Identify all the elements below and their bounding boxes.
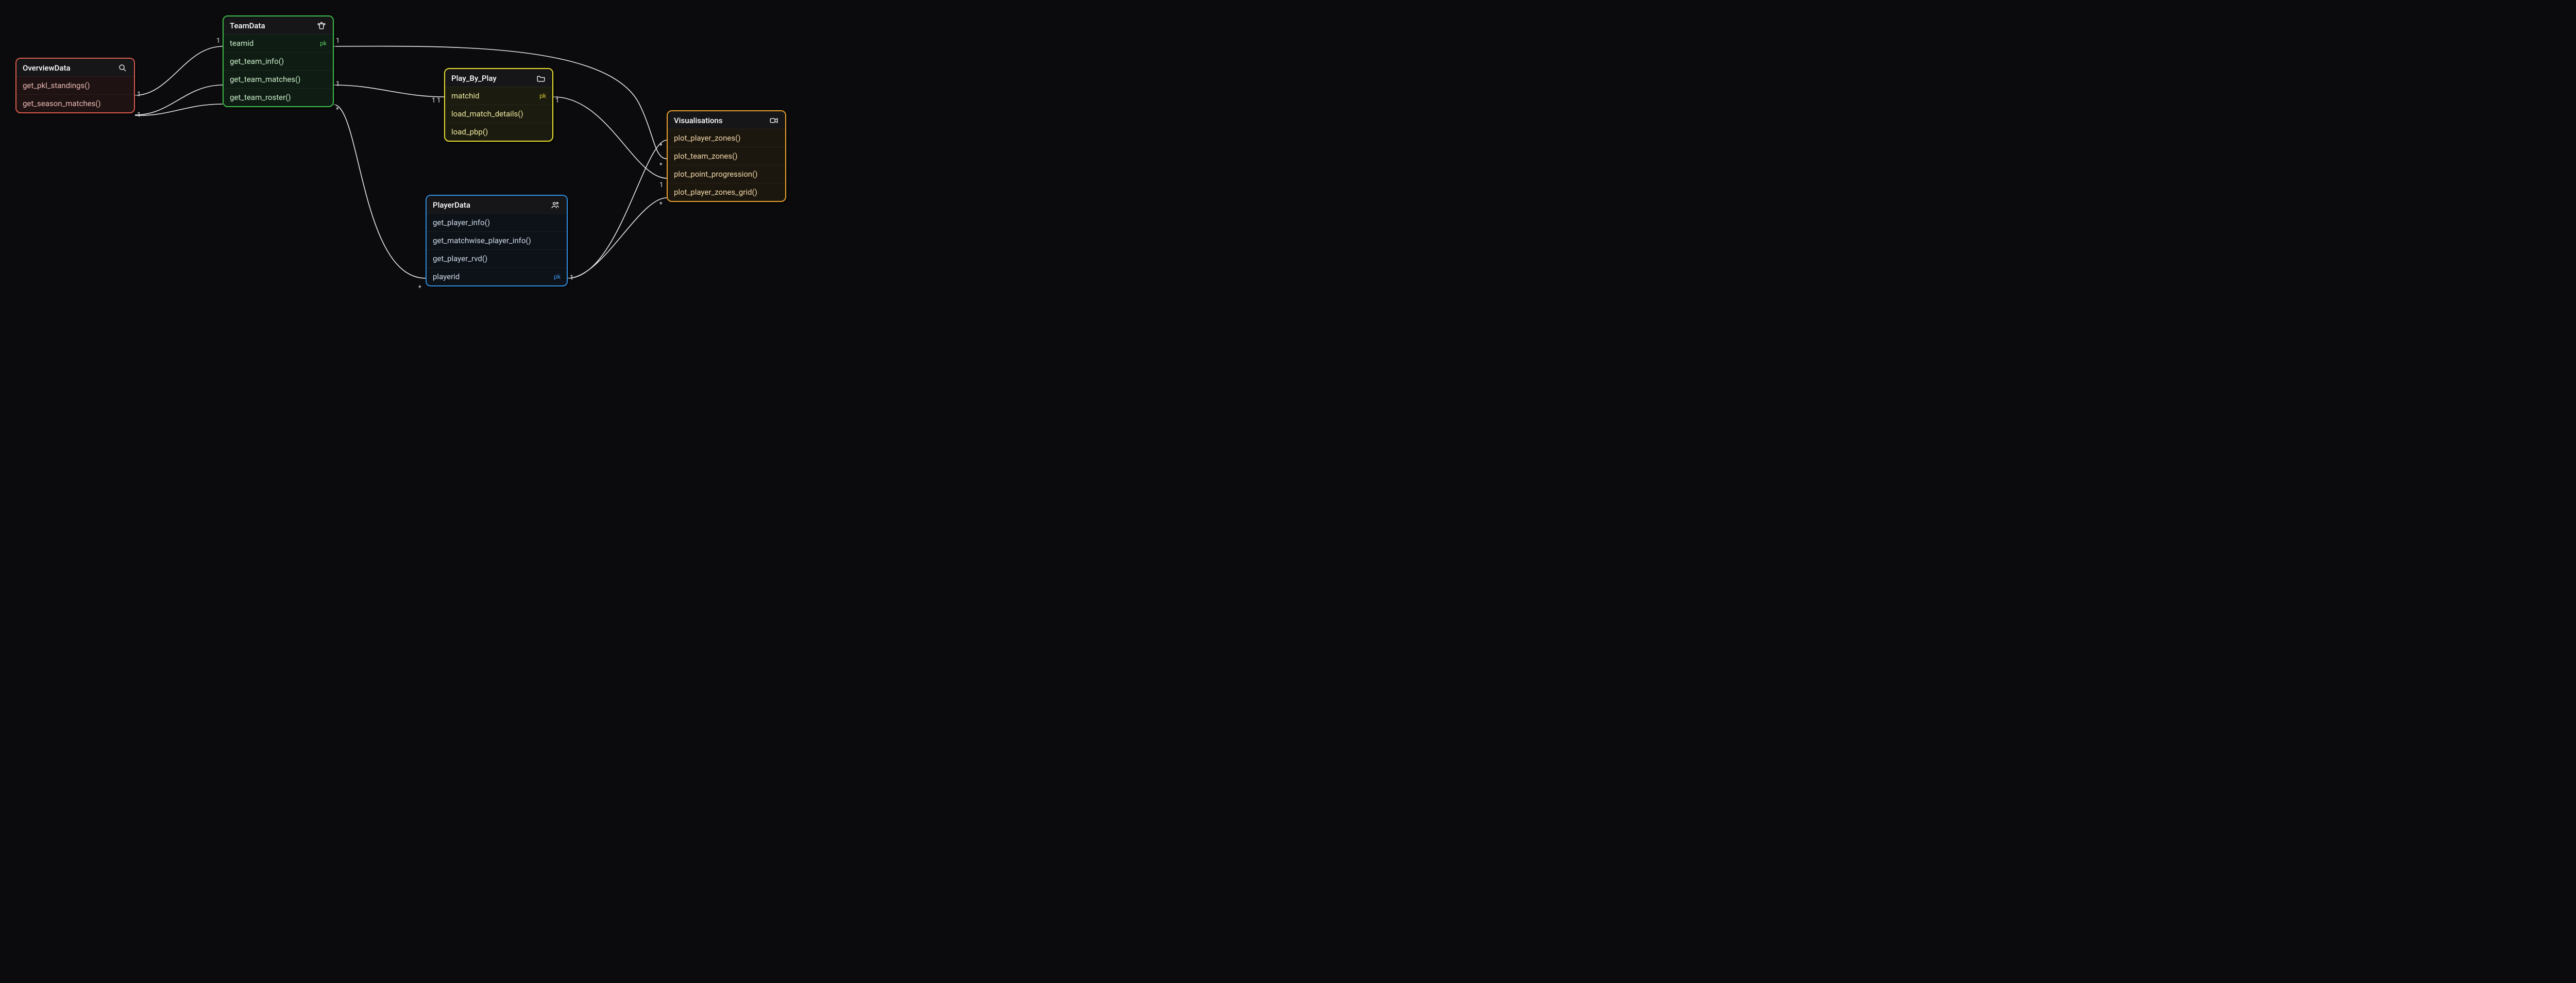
row-label: matchid	[451, 91, 479, 100]
entity-row[interactable]: get_team_info()	[224, 52, 333, 70]
entity-title: Visualisations	[674, 116, 723, 125]
cardinality-label: *	[659, 201, 663, 209]
entity-title: OverviewData	[23, 63, 71, 73]
entity-play-by-play[interactable]: Play_By_Play matchid pk load_match_detai…	[444, 68, 553, 142]
entity-title: Play_By_Play	[451, 74, 497, 83]
row-label: plot_player_zones_grid()	[674, 188, 757, 197]
entity-row[interactable]: playerid pk	[427, 267, 567, 285]
video-icon	[769, 115, 779, 126]
teams-icon	[316, 21, 327, 31]
row-label: plot_point_progression()	[674, 170, 757, 179]
folder-icon	[536, 73, 546, 83]
cardinality-label: 1	[437, 97, 440, 105]
entity-row[interactable]: plot_point_progression()	[668, 165, 785, 183]
row-label: get_pkl_standings()	[23, 81, 90, 90]
pk-badge: pk	[554, 273, 561, 280]
search-icon	[117, 63, 128, 73]
cardinality-label: 1	[216, 37, 220, 45]
cardinality-label: 1	[659, 181, 663, 189]
entity-row[interactable]: plot_player_zones_grid()	[668, 183, 785, 201]
people-icon	[550, 200, 561, 210]
row-label: get_matchwise_player_info()	[433, 236, 531, 245]
entity-playerdata[interactable]: PlayerData get_player_info() get_matchwi…	[426, 195, 568, 286]
pk-badge: pk	[320, 40, 327, 47]
row-label: get_team_info()	[230, 57, 284, 66]
row-label: playerid	[433, 272, 460, 281]
cardinality-label: 1	[336, 37, 340, 45]
entity-overviewdata[interactable]: OverviewData get_pkl_standings() get_sea…	[15, 58, 135, 113]
entity-row[interactable]: plot_team_zones()	[668, 147, 785, 165]
cardinality-label: 1	[570, 274, 573, 282]
entity-visualisations[interactable]: Visualisations plot_player_zones() plot_…	[667, 110, 786, 202]
cardinality-label: *	[418, 284, 421, 292]
cardinality-label: 1	[555, 97, 559, 105]
entity-header: OverviewData	[16, 59, 134, 76]
entity-header: Visualisations	[668, 111, 785, 129]
entity-row[interactable]: get_matchwise_player_info()	[427, 231, 567, 249]
entity-row[interactable]: get_player_rvd()	[427, 249, 567, 267]
entity-row[interactable]: teamid pk	[224, 34, 333, 52]
cardinality-label: *	[336, 106, 339, 114]
entity-row[interactable]: get_team_roster()	[224, 88, 333, 106]
entity-row[interactable]: load_match_details()	[445, 105, 552, 123]
pk-badge: pk	[539, 92, 546, 99]
entity-teamdata[interactable]: TeamData teamid pk get_team_info() get_t…	[223, 15, 334, 107]
row-label: get_team_matches()	[230, 75, 300, 84]
row-label: get_team_roster()	[230, 93, 291, 102]
row-label: get_player_info()	[433, 218, 490, 227]
cardinality-label: 1	[137, 111, 141, 119]
entity-row[interactable]: matchid pk	[445, 87, 552, 105]
cardinality-label: 1	[137, 91, 141, 98]
cardinality-label: *	[659, 142, 663, 150]
entity-title: TeamData	[230, 21, 265, 30]
entity-row[interactable]: get_team_matches()	[224, 70, 333, 88]
entity-row[interactable]: plot_player_zones()	[668, 129, 785, 147]
entity-row[interactable]: get_player_info()	[427, 213, 567, 231]
entity-row[interactable]: get_season_matches()	[16, 94, 134, 112]
entity-row[interactable]: load_pbp()	[445, 123, 552, 141]
entity-header: PlayerData	[427, 196, 567, 213]
cardinality-label: *	[659, 162, 663, 170]
cardinality-label: 1	[432, 97, 435, 105]
entity-row[interactable]: get_pkl_standings()	[16, 76, 134, 94]
entity-header: Play_By_Play	[445, 69, 552, 87]
entity-title: PlayerData	[433, 200, 470, 210]
row-label: get_season_matches()	[23, 99, 101, 108]
row-label: plot_team_zones()	[674, 151, 737, 161]
row-label: load_match_details()	[451, 109, 523, 118]
row-label: get_player_rvd()	[433, 254, 487, 263]
row-label: teamid	[230, 39, 253, 48]
row-label: load_pbp()	[451, 127, 488, 137]
row-label: plot_player_zones()	[674, 133, 740, 143]
entity-header: TeamData	[224, 16, 333, 34]
cardinality-label: 1	[336, 80, 340, 88]
